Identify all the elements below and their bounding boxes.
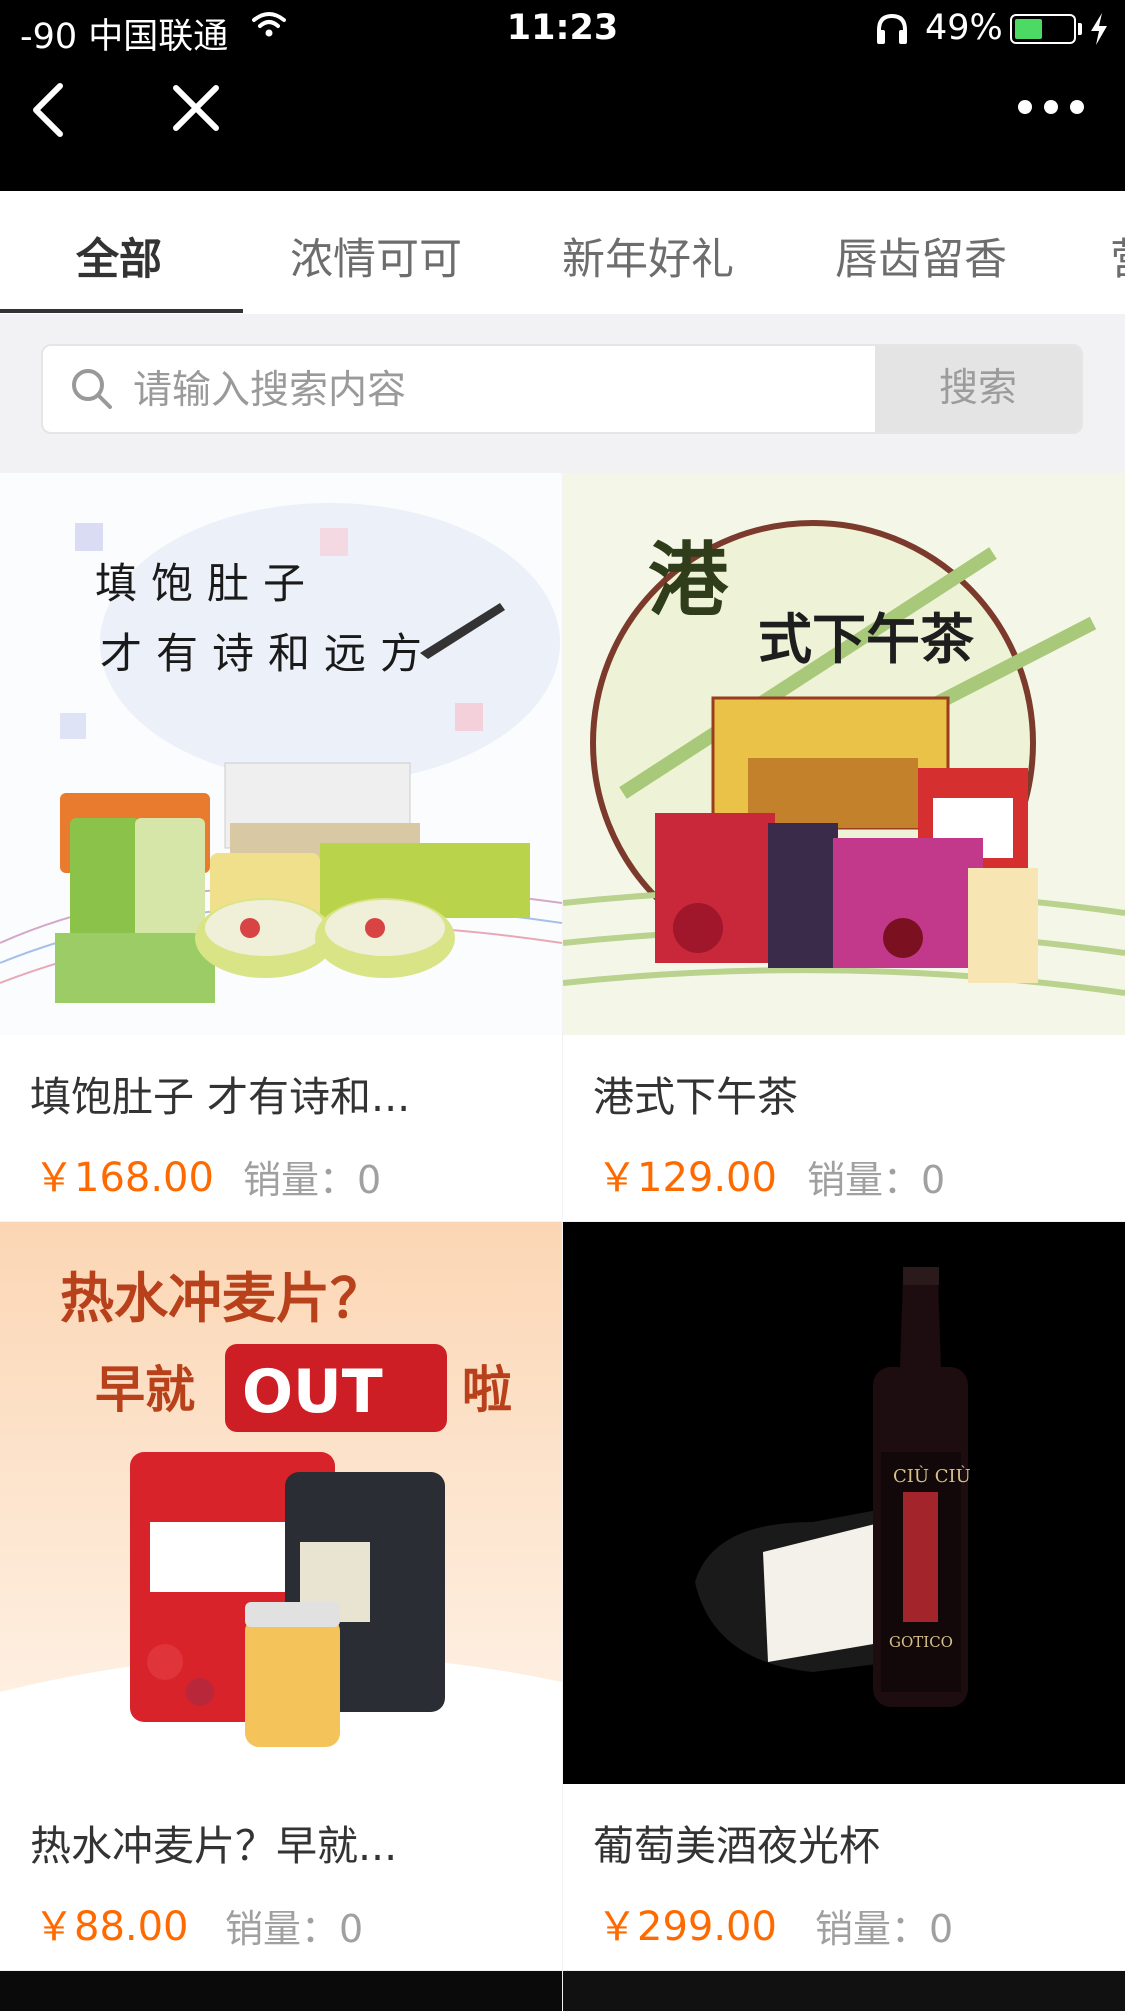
headphones-icon <box>877 13 907 44</box>
close-icon <box>173 85 219 131</box>
banner-text-3: 啦 <box>462 1361 512 1419</box>
search-area: 搜索 <box>0 314 1125 465</box>
tab-lip-fragrance[interactable]: 唇齿留香 <box>835 225 1007 287</box>
banner-text-2: 才有诗和远方 <box>100 629 436 678</box>
product-sales: 销量：0 <box>243 1149 381 1204</box>
product-title: 热水冲麦片？早就... <box>30 1822 398 1870</box>
tab-cocoa[interactable]: 浓情可可 <box>290 225 462 287</box>
wine-image: CIÙ CIÙ GOTICO <box>563 1222 1125 1784</box>
sales-label: 销量： <box>815 1907 930 1951</box>
product-card[interactable]: 填饱肚子 才有诗和远方 填饱肚子 才有诗和... ￥168.00 销量：0 <box>0 473 562 1221</box>
product-price: ￥299.00 <box>597 1904 777 1950</box>
afternoon-tea-image: 港 式下午茶 <box>563 473 1125 1035</box>
banner-text-1: 填饱肚子 <box>95 559 319 608</box>
wine-label-text: CIÙ CIÙ <box>893 1464 971 1487</box>
product-card[interactable]: 热水冲麦片？ 早就 OUT 啦 热水冲麦片？早就... ￥88.00 销量：0 <box>0 1222 562 1970</box>
product-price: ￥88.00 <box>34 1904 189 1950</box>
banner-text-2: 式下午茶 <box>758 607 975 671</box>
category-tabs: 全部 浓情可可 新年好礼 唇齿留香 营 <box>0 191 1125 314</box>
product-price: ￥168.00 <box>34 1155 214 1201</box>
product-image: 填饱肚子 才有诗和远方 <box>0 473 562 1035</box>
charging-bolt-icon <box>1091 13 1107 45</box>
banner-text-1: 热水冲麦片？ <box>60 1267 384 1330</box>
banner-text-out: OUT <box>242 1357 383 1427</box>
active-tab-indicator <box>0 309 243 313</box>
sales-value: 0 <box>339 1907 364 1951</box>
product-card[interactable]: 港 式下午茶 港式下午茶 ￥129.00 销量：0 <box>563 473 1125 1221</box>
back-button[interactable] <box>24 78 74 142</box>
product-title: 港式下午茶 <box>593 1073 798 1121</box>
product-image: 港 式下午茶 <box>563 473 1125 1035</box>
top-bar: -90 中国联通 11:23 49% <box>0 0 1125 191</box>
battery-icon <box>1010 14 1076 44</box>
tab-partial[interactable]: 营 <box>1110 225 1125 287</box>
search-button[interactable]: 搜索 <box>875 346 1081 432</box>
more-button[interactable] <box>1016 92 1086 126</box>
snack-banner-image: 填饱肚子 才有诗和远方 <box>0 473 562 1035</box>
banner-text-2: 早就 <box>95 1361 195 1419</box>
search-box: 搜索 <box>41 344 1083 434</box>
sales-value: 0 <box>921 1158 946 1202</box>
product-image: CIÙ CIÙ GOTICO <box>563 1222 1125 1784</box>
product-title: 葡萄美酒夜光杯 <box>593 1822 880 1870</box>
product-sales: 销量：0 <box>225 1898 363 1953</box>
sales-value: 0 <box>929 1907 954 1951</box>
search-input[interactable] <box>131 346 915 432</box>
more-horizontal-icon <box>1018 100 1084 114</box>
product-title: 填饱肚子 才有诗和... <box>30 1073 411 1121</box>
product-card-partial[interactable] <box>0 1971 562 2011</box>
tab-all[interactable]: 全部 <box>76 225 162 287</box>
cereal-banner-image: 热水冲麦片？ 早就 OUT 啦 <box>0 1222 562 1784</box>
product-sales: 销量：0 <box>815 1898 953 1953</box>
wine-label-text-2: GOTICO <box>889 1633 953 1651</box>
product-price: ￥129.00 <box>597 1155 777 1201</box>
sales-label: 销量： <box>243 1158 358 1202</box>
sales-value: 0 <box>357 1158 382 1202</box>
sales-label: 销量： <box>807 1158 922 1202</box>
sales-label: 销量： <box>225 1907 340 1951</box>
battery-cap <box>1078 23 1082 35</box>
status-bar: -90 中国联通 11:23 49% <box>0 0 1125 62</box>
product-card[interactable]: CIÙ CIÙ GOTICO 葡萄美酒夜光杯 ￥299.00 销量：0 <box>563 1222 1125 1970</box>
banner-text-1: 港 <box>648 533 729 627</box>
tab-new-year-gifts[interactable]: 新年好礼 <box>562 225 734 287</box>
chevron-left-icon <box>33 83 63 137</box>
nav-bar <box>0 62 1125 191</box>
battery-percent: 49% <box>925 8 1003 48</box>
product-sales: 销量：0 <box>807 1149 945 1204</box>
search-icon <box>72 369 112 409</box>
product-image: 热水冲麦片？ 早就 OUT 啦 <box>0 1222 562 1784</box>
close-button[interactable] <box>168 80 224 140</box>
product-card-partial[interactable] <box>563 1971 1125 2011</box>
